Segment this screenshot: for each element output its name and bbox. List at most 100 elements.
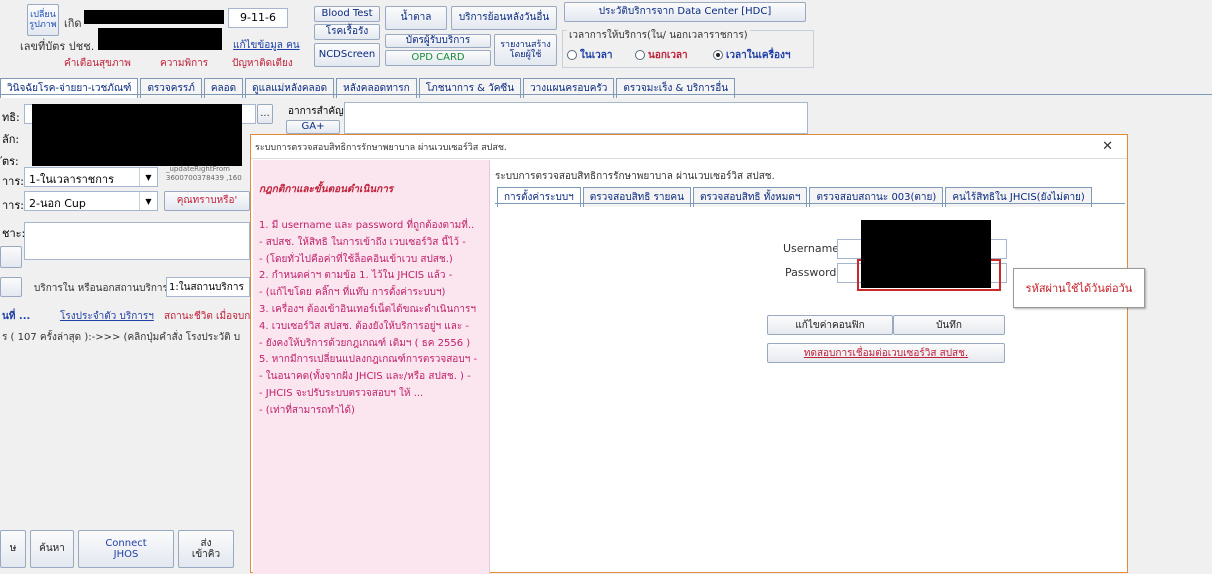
card-label: ัตร: [2, 155, 19, 168]
rule-item: - (โดยทั่วไปคือค่าที่ใช้ล็อคอินเข้าเวบ ส… [259, 253, 453, 265]
save-button[interactable]: บันทึก [893, 315, 1005, 335]
bottom-button-1[interactable]: ษ [0, 530, 26, 568]
opd-card-button[interactable]: OPD CARD [385, 50, 491, 66]
time-option-in[interactable]: ในเวลา [567, 48, 613, 63]
edit-person-link[interactable]: แก้ไขข้อมูล คน [233, 38, 300, 53]
rule-item: 3. เครื่องฯ ต้องเข้าอินเทอร์เน็ตได้ขณะดำ… [259, 303, 476, 315]
ga-button[interactable]: GA+ [286, 120, 340, 134]
connect-jhos-button[interactable]: Connect JHOS [78, 530, 174, 568]
hospital-label: ลัก: [2, 133, 20, 146]
password-annotation: รหัสผ่านใช้ได้วันต่อวัน [1013, 268, 1145, 308]
rule-item: 4. เวบเซอร์วิส สปสช. ต้องยังให้บริการอยู… [259, 320, 470, 332]
rules-list: 1. มี username และ password ที่ถูกต้องตา… [259, 218, 489, 420]
panel-title: ระบบการตรวจสอบสิทธิการรักษาพยาบาล ผ่านเว… [495, 171, 775, 182]
service-type-label: าาร: [2, 199, 24, 212]
tab-diagnosis[interactable]: วินิจฉัยโรค-จ่ายยา-เวชภัณฑ์ [0, 78, 139, 98]
provider-card-button[interactable]: บัตรผู้รับบริการ [385, 34, 491, 48]
right-lookup-button[interactable]: ... [257, 104, 273, 124]
time-option-out[interactable]: นอกเวลา [635, 48, 688, 63]
tab-check-status-003[interactable]: ตรวจสอบสถานะ 003(ตาย) [809, 187, 944, 207]
update-right-text: _updateRightFrom 3600700378439 ,160 [166, 165, 242, 182]
right-label: ทธิ: [2, 111, 20, 124]
tab-nutrition-vaccine[interactable]: โภชนาการ & วัคซีน [418, 78, 522, 98]
redacted-id [98, 28, 222, 50]
symptom-label: อาการสำคัญ: [288, 106, 347, 117]
time-group: เวลาการให้บริการ(ใน/ นอกเวลาราชการ) ในเว… [562, 28, 814, 68]
did-you-know-button[interactable]: คุณทราบหรือ' [164, 191, 250, 211]
service-place-field[interactable]: 1:ในสถานบริการ [166, 277, 250, 297]
history-link-1[interactable]: นที่ ... [2, 309, 30, 324]
time-option-machine[interactable]: เวลาในเครื่องฯ [713, 48, 790, 63]
rule-item: 1. มี username และ password ที่ถูกต้องตา… [259, 220, 475, 231]
tab-cancer-other[interactable]: ตรวจมะเร็ง & บริการอื่น [616, 78, 736, 98]
dialog-title: ระบบการตรวจสอบสิทธิการรักษาพยาบาล ผ่านเว… [255, 142, 507, 153]
history-link-3[interactable]: สถานะชีวิต เมื่อจบก [164, 309, 250, 324]
history-text: ร ( 107 ครั้งล่าสุด ):->>> (คลิกปุ่มคำสั… [2, 332, 241, 343]
chronic-button[interactable]: โรคเรื้อรัง [314, 24, 380, 40]
tab-postnatal-mother[interactable]: ดูแลแม่หลังคลอด [245, 78, 335, 98]
rule-item: 5. หากมีการเปลี่ยนแปลงกฎเกณฑ์การตรวจสอบฯ… [259, 354, 478, 366]
test-connection-button[interactable]: ทดสอบการเชื่อมต่อเวบเซอร์วิส สปสช. [767, 343, 1005, 363]
tab-no-rights[interactable]: คนไร้สิทธิใน JHCIS(ยังไม่ตาย) [945, 187, 1092, 207]
radio-selected-icon [713, 50, 723, 60]
tab-system-settings[interactable]: การตั้งค่าระบบฯ [497, 187, 581, 207]
change-photo-button[interactable]: เปลี่ยน รูปภาพ [27, 4, 59, 36]
password-label: Password: [785, 266, 841, 279]
disability-link[interactable]: ความพิการ [160, 56, 208, 71]
time-group-label: เวลาการให้บริการ(ใน/ นอกเวลาราชการ) [567, 28, 750, 43]
service-after-button[interactable]: บริการย้อนหลังวันอื่น [451, 6, 557, 30]
rule-item: - สปสช. ให้สิทธิ ในการเข้าถึง เวบเซอร์วิ… [259, 236, 466, 248]
radio-icon [635, 50, 645, 60]
close-icon[interactable]: ✕ [1102, 139, 1113, 154]
hdc-button[interactable]: ประวัติบริการจาก Data Center [HDC] [564, 2, 806, 22]
rule-item: - (แก้ไขโดย คลิ๊กฯ ที่แท๊บ การตั้งค่าระบ… [259, 287, 446, 299]
rules-panel: กฎกติกาและขั้นตอนดำเนินการ 1. มี usernam… [253, 160, 490, 574]
service-place-label: บริการใน หรือนอกสถานบริการ: [34, 283, 172, 294]
tab-postnatal-baby[interactable]: หลังคลอดทารก [336, 78, 417, 98]
radio-icon [567, 50, 577, 60]
dialog-titlebar: ระบบการตรวจสอบสิทธิการรักษาพยาบาล ผ่านเว… [251, 135, 1127, 159]
service-time-label: าาร: [2, 175, 24, 188]
service-time-select[interactable]: 1-ในเวลาราชการ ▼ [24, 167, 158, 187]
redacted-credentials [861, 220, 991, 288]
born-label: เกิด [64, 17, 82, 30]
note-label: ชาะ: [2, 227, 26, 240]
tab-check-all[interactable]: ตรวจสอบสิทธิ ทั้งหมดฯ [692, 187, 808, 207]
note-field[interactable] [24, 222, 250, 260]
note-side-button[interactable] [0, 246, 22, 268]
chevron-down-icon: ▼ [139, 192, 157, 210]
redacted-rights [32, 104, 242, 166]
report-button[interactable]: รายงานสร้าง โดยผู้ใช้ [494, 34, 557, 66]
tab-delivery[interactable]: คลอด [203, 78, 244, 98]
bedridden-link[interactable]: ปัญหาติดเตียง [232, 56, 293, 71]
edit-config-button[interactable]: แก้ไขค่าคอนฟิก [767, 315, 893, 335]
nhso-rights-dialog: ระบบการตรวจสอบสิทธิการรักษาพยาบาล ผ่านเว… [250, 134, 1145, 574]
tab-family-planning[interactable]: วางแผนครอบครัว [523, 78, 615, 98]
chevron-down-icon: ▼ [139, 168, 157, 186]
history-link-2[interactable]: โรงประจำตัว บริการฯ [60, 309, 154, 324]
id-card-label: เลขที่บัตร ปชช. [20, 40, 95, 53]
send-queue-button[interactable]: ส่ง เข้าคิว [178, 530, 234, 568]
blood-test-button[interactable]: Blood Test [314, 6, 380, 22]
age-field[interactable]: 9-11-6 [228, 8, 288, 28]
health-warning-link[interactable]: คำเตือนสุขภาพ [64, 56, 131, 71]
dialog-tab-divider [495, 203, 1125, 204]
tab-check-individual[interactable]: ตรวจสอบสิทธิ รายคน [582, 187, 691, 207]
tab-divider [0, 94, 1212, 95]
rule-item: - ในอนาคต(ทั้งจากฝั่ง JHCIS และ/หรือ สปส… [259, 371, 471, 383]
tab-prenatal[interactable]: ตรวจครรภ์ [140, 78, 202, 98]
dialog-tabs: การตั้งค่าระบบฯ ตรวจสอบสิทธิ รายคน ตรวจส… [497, 187, 1094, 207]
rule-item: - (เท่าที่สามารถทำได้) [259, 404, 355, 416]
search-button[interactable]: ค้นหา [30, 530, 74, 568]
symptom-field[interactable] [344, 102, 808, 134]
rule-item: - JHCIS จะปรับระบบตรวจสอบฯ ให้ ... [259, 387, 424, 399]
redacted-name [84, 10, 224, 24]
service-type-select[interactable]: 2-นอก Cup ▼ [24, 191, 158, 211]
sugar-button[interactable]: น้ำตาล [385, 6, 447, 30]
rule-item: 2. กำหนดค่าฯ ตามข้อ 1. ไว้ใน JHCIS แล้ว … [259, 270, 453, 282]
service-place-side-button[interactable] [0, 277, 22, 297]
rules-heading: กฎกติกาและขั้นตอนดำเนินการ [259, 184, 394, 195]
ncdscreen-button[interactable]: NCDScreen [314, 43, 380, 67]
username-label: Username: [783, 242, 843, 255]
main-tabs: วินิจฉัยโรค-จ่ายยา-เวชภัณฑ์ ตรวจครรภ์ คล… [0, 78, 737, 98]
